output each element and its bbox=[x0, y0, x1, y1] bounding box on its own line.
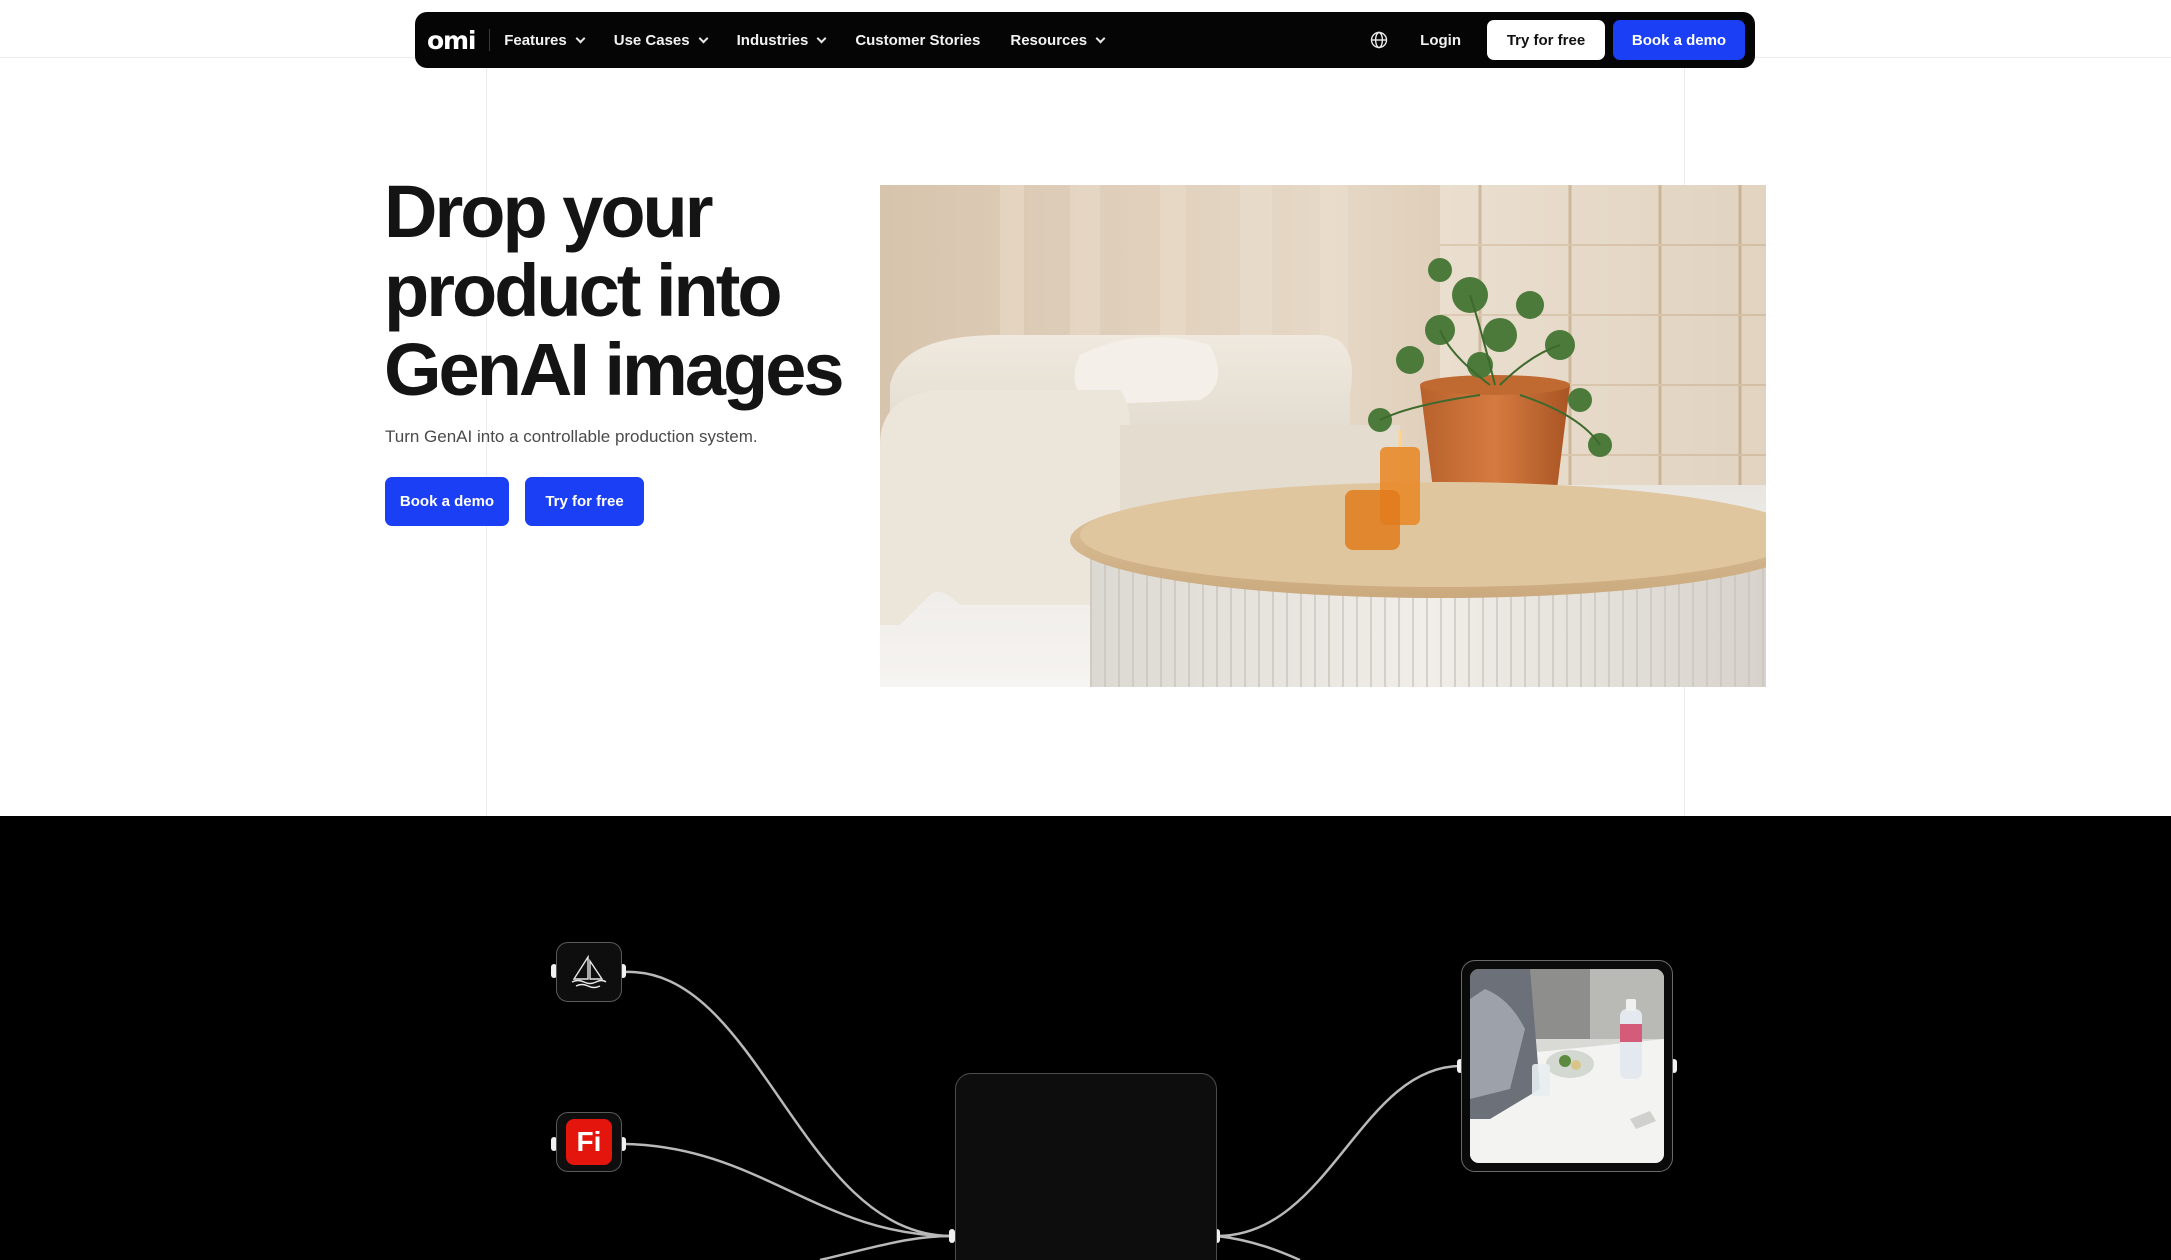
firefly-icon-label: Fi bbox=[576, 1126, 602, 1157]
sailboat-icon bbox=[571, 955, 607, 989]
nav-item-label: Resources bbox=[1010, 31, 1088, 49]
firefly-icon: Fi bbox=[566, 1119, 612, 1165]
nav-item-customer-stories[interactable]: Customer Stories bbox=[855, 32, 980, 49]
workflow-section: Fi bbox=[0, 816, 2171, 1260]
nav-item-label: Features bbox=[504, 31, 567, 49]
hero-product-image bbox=[880, 185, 1766, 687]
product-input-card[interactable] bbox=[955, 1073, 1217, 1260]
logo-divider bbox=[489, 29, 491, 51]
chevron-down-icon bbox=[816, 33, 827, 43]
nav-item-resources[interactable]: Resources bbox=[1010, 31, 1106, 49]
hero-title: Drop your product into GenAI images bbox=[384, 170, 845, 411]
nav-item-use-cases[interactable]: Use Cases bbox=[613, 31, 709, 49]
omi-logo[interactable]: omi bbox=[427, 26, 489, 55]
book-a-demo-button[interactable]: Book a demo bbox=[1613, 20, 1745, 60]
hero-book-demo-button[interactable]: Book a demo bbox=[385, 477, 509, 526]
chevron-down-icon bbox=[698, 33, 709, 43]
output-image-card[interactable] bbox=[1461, 960, 1673, 1172]
globe-icon[interactable] bbox=[1368, 29, 1390, 51]
nav-item-label: Industries bbox=[736, 31, 809, 49]
nav-item-features[interactable]: Features bbox=[504, 31, 586, 49]
try-for-free-button[interactable]: Try for free bbox=[1487, 20, 1605, 60]
output-image bbox=[1470, 969, 1664, 1163]
midjourney-source-tile[interactable] bbox=[556, 942, 622, 1002]
nav-item-label: Customer Stories bbox=[855, 31, 981, 49]
chevron-down-icon bbox=[575, 33, 586, 43]
top-navigation: omi Features Use Cases Industries Custom… bbox=[415, 12, 1755, 68]
nav-item-industries[interactable]: Industries bbox=[736, 31, 827, 49]
chevron-down-icon bbox=[1095, 33, 1106, 43]
firefly-source-tile[interactable]: Fi bbox=[556, 1112, 622, 1172]
hero-try-free-button[interactable]: Try for free bbox=[525, 477, 644, 526]
hero-subtitle: Turn GenAI into a controllable productio… bbox=[385, 427, 758, 446]
nav-item-label: Use Cases bbox=[613, 31, 690, 49]
login-link[interactable]: Login bbox=[1420, 32, 1461, 49]
